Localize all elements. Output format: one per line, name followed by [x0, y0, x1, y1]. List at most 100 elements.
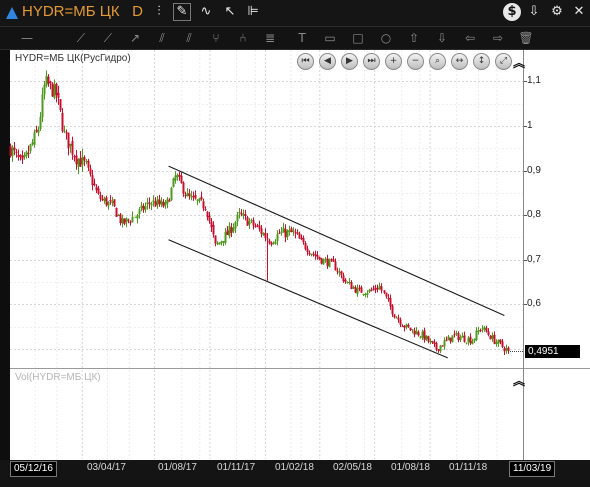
- date-axis-start: 05/12/16: [10, 461, 57, 477]
- candle-body: [174, 175, 177, 181]
- candle-body: [366, 293, 369, 295]
- candle-body: [208, 215, 211, 222]
- candle-body: [397, 317, 400, 320]
- candle-body: [93, 183, 96, 186]
- candle-body: [107, 201, 110, 206]
- candle-body: [25, 151, 28, 157]
- candle-body: [131, 216, 134, 223]
- candle-body: [505, 348, 508, 351]
- candle-body: [475, 330, 478, 341]
- date-axis-label: 01/11/18: [449, 462, 488, 473]
- candle-body: [9, 145, 12, 157]
- candle-body: [150, 203, 153, 206]
- candle-body: [216, 243, 219, 245]
- candle-body: [138, 209, 141, 215]
- candle-body: [224, 232, 227, 243]
- price-pane-collapse-icon[interactable]: ︽: [513, 54, 525, 71]
- candle-body: [385, 292, 388, 297]
- candle-body: [152, 200, 155, 203]
- candle-body: [252, 220, 255, 226]
- step-back-icon: ◀: [324, 56, 331, 66]
- candle-body: [481, 328, 484, 330]
- date-axis-label: 02/05/18: [333, 462, 372, 473]
- candle-body: [383, 290, 386, 293]
- candle-body: [121, 218, 124, 224]
- candle-body: [310, 253, 313, 255]
- candle-body: [399, 319, 402, 325]
- candle-body: [186, 193, 189, 197]
- candle-body: [507, 347, 510, 352]
- candle-body: [415, 330, 418, 335]
- candle-body: [238, 212, 241, 214]
- date-axis-label: 01/11/17: [217, 462, 256, 473]
- candle-body: [433, 342, 436, 344]
- magnify-button[interactable]: ⌕: [429, 53, 446, 70]
- candle-body: [288, 230, 291, 232]
- candle-body: [320, 258, 323, 264]
- zoom-out-button[interactable]: −: [407, 53, 424, 70]
- candle-body: [196, 199, 199, 201]
- candle-body: [419, 336, 422, 338]
- candle-body: [290, 228, 293, 233]
- candle-body: [43, 84, 46, 95]
- date-axis-label: 01/08/18: [391, 462, 430, 473]
- play-button[interactable]: ▶: [341, 53, 358, 70]
- candle-body: [264, 232, 267, 239]
- candle-body: [334, 261, 337, 271]
- rewind-start-button[interactable]: ⏮: [297, 53, 314, 70]
- candle-body: [105, 197, 108, 206]
- fit-horizontal-button[interactable]: ↔: [451, 53, 468, 70]
- candle-body: [304, 243, 307, 249]
- candle-body: [405, 324, 408, 328]
- candle-body: [39, 116, 42, 130]
- candle-body: [97, 188, 100, 194]
- step-back-button[interactable]: ◀: [319, 53, 336, 70]
- candle-body: [127, 219, 130, 221]
- candle-body: [461, 335, 464, 338]
- candle-body: [212, 225, 215, 235]
- candle-body: [284, 228, 287, 238]
- volume-pane-collapse-icon[interactable]: ︽: [513, 372, 525, 389]
- candle-body: [487, 331, 490, 335]
- candle-body: [37, 129, 40, 133]
- candle-body: [272, 242, 275, 244]
- candle-body: [431, 340, 434, 343]
- fit-vertical-icon: ↕: [477, 56, 486, 66]
- candle-body: [324, 259, 327, 261]
- candle-body: [144, 206, 147, 210]
- candle-body: [168, 200, 171, 202]
- candle-body: [101, 198, 104, 200]
- price-tick: 0,9: [527, 165, 541, 176]
- candle-body: [296, 232, 299, 234]
- candle-body: [45, 75, 48, 86]
- fit-horizontal-icon: ↔: [455, 56, 464, 66]
- expand-icon: ⤢: [499, 56, 508, 66]
- price-pane-label: HYDR=МБ ЦК(РусГидро): [15, 53, 131, 64]
- zoom-out-icon: −: [411, 56, 420, 66]
- candle-body: [364, 294, 367, 296]
- candle-body: [142, 205, 145, 211]
- candle-body: [123, 218, 126, 225]
- candle-body: [286, 230, 289, 238]
- candle-body: [497, 339, 500, 344]
- candle-body: [403, 325, 406, 328]
- candle-body: [79, 157, 82, 167]
- candle-body: [477, 330, 480, 333]
- last-price-label: 0,4951: [525, 345, 580, 358]
- candle-body: [262, 233, 265, 236]
- candle-body: [360, 287, 363, 293]
- price-tick: 0,7: [527, 254, 541, 265]
- zoom-in-button[interactable]: +: [385, 53, 402, 70]
- candle-body: [425, 335, 428, 340]
- expand-button[interactable]: ⤢: [495, 53, 512, 70]
- fit-vertical-button[interactable]: ↕: [473, 53, 490, 70]
- candle-body: [429, 341, 432, 343]
- candle-body: [111, 200, 114, 204]
- candle-body: [198, 198, 201, 202]
- fast-forward-button[interactable]: ⏭: [363, 53, 380, 70]
- candle-body: [162, 202, 165, 207]
- candle-body: [230, 227, 233, 233]
- candle-body: [29, 144, 32, 152]
- candle-body: [380, 286, 383, 291]
- candle-body: [348, 282, 351, 284]
